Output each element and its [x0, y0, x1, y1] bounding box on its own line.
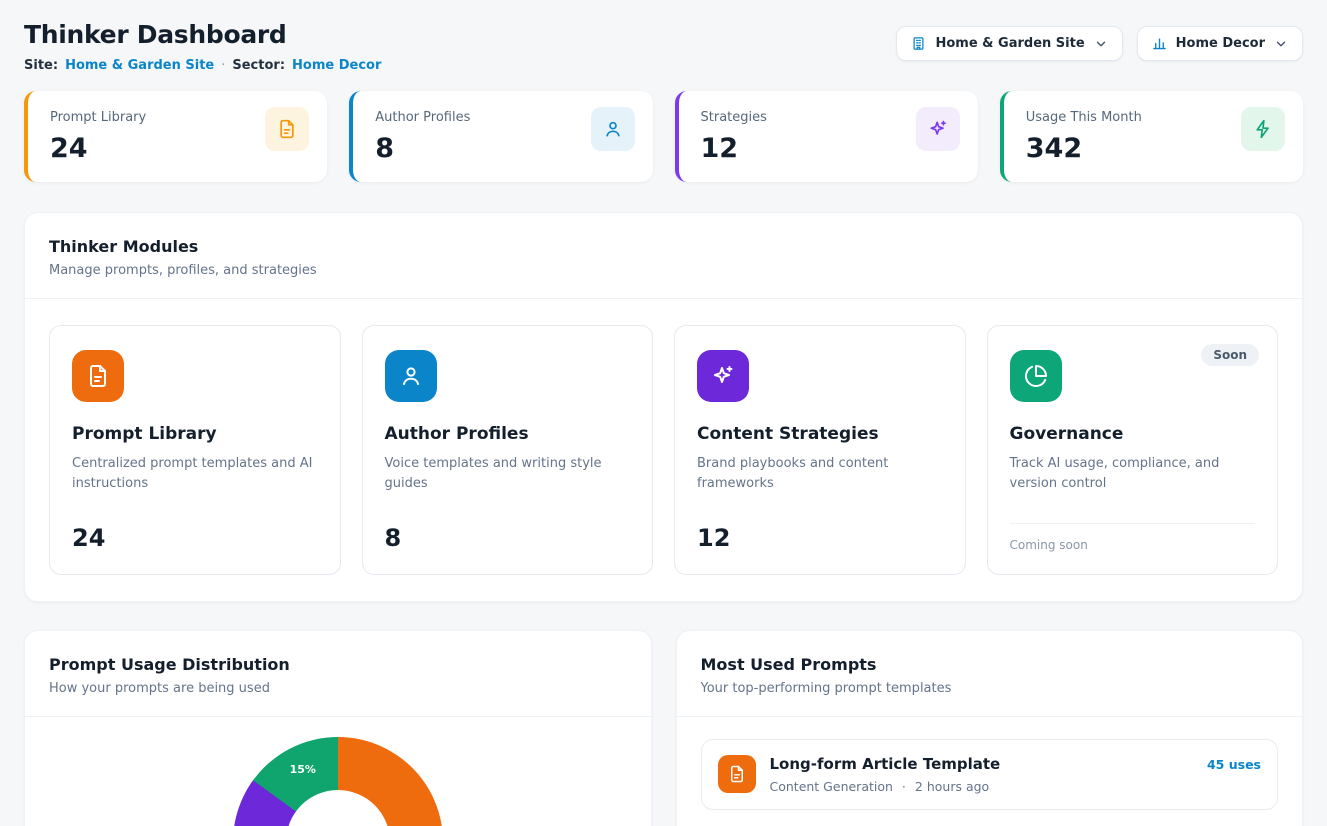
prompt-usage-card: Prompt Usage Distribution How your promp…: [24, 630, 652, 826]
coming-soon-text: Coming soon: [1010, 538, 1256, 552]
building-icon: [911, 36, 926, 51]
site-label: Site:: [24, 58, 58, 73]
chevron-down-icon: [1274, 37, 1288, 51]
module-card-content-strategies[interactable]: Content Strategies Brand playbooks and c…: [674, 325, 966, 575]
site-selector-label: Home & Garden Site: [935, 36, 1084, 51]
module-card-prompt-library[interactable]: Prompt Library Centralized prompt templa…: [49, 325, 341, 575]
header-left: Thinker Dashboard Site: Home & Garden Si…: [24, 20, 381, 73]
card-title: Most Used Prompts: [701, 655, 1279, 674]
prompt-uses-badge: 45 uses: [1207, 755, 1261, 772]
module-title: Governance: [1010, 424, 1256, 444]
bottom-row: Prompt Usage Distribution How your promp…: [24, 630, 1303, 826]
usage-donut: 15%: [233, 737, 443, 826]
donut-chart-area: 15%: [25, 717, 651, 826]
user-icon: [591, 107, 635, 151]
sector-link[interactable]: Home Decor: [292, 58, 381, 73]
sparkle-icon: [697, 350, 749, 402]
page-title: Thinker Dashboard: [24, 20, 381, 49]
prompt-list-item[interactable]: Long-form Article Template Content Gener…: [701, 739, 1279, 810]
module-description: Track AI usage, compliance, and version …: [1010, 454, 1256, 494]
user-icon: [385, 350, 437, 402]
soon-badge: Soon: [1201, 344, 1259, 366]
document-icon: [718, 755, 756, 793]
separator-dot: ·: [902, 779, 906, 794]
prompt-list: Long-form Article Template Content Gener…: [677, 717, 1303, 826]
prompt-meta: Content Generation · 2 hours ago: [770, 779, 1001, 794]
module-card-governance[interactable]: Soon Governance Track AI usage, complian…: [987, 325, 1279, 575]
module-description: Voice templates and writing style guides: [385, 454, 631, 494]
thinker-modules-panel: Thinker Modules Manage prompts, profiles…: [24, 212, 1303, 602]
module-description: Brand playbooks and content frameworks: [697, 454, 943, 494]
site-selector-dropdown[interactable]: Home & Garden Site: [896, 26, 1122, 61]
card-subtitle: How your prompts are being used: [49, 681, 627, 696]
separator-dot: ·: [221, 58, 225, 73]
modules-grid: Prompt Library Centralized prompt templa…: [25, 299, 1302, 601]
module-description: Centralized prompt templates and AI inst…: [72, 454, 318, 494]
stat-card-prompt-library: Prompt Library 24: [24, 91, 327, 182]
prompt-info: Long-form Article Template Content Gener…: [770, 755, 1001, 794]
pie-chart-icon: [1010, 350, 1062, 402]
module-title: Author Profiles: [385, 424, 631, 444]
donut-segment-label: 15%: [287, 763, 319, 776]
panel-subtitle: Manage prompts, profiles, and strategies: [49, 263, 1278, 278]
module-card-author-profiles[interactable]: Author Profiles Voice templates and writ…: [362, 325, 654, 575]
sector-label: Sector:: [232, 58, 285, 73]
site-link[interactable]: Home & Garden Site: [65, 58, 214, 73]
card-subtitle: Your top-performing prompt templates: [701, 681, 1279, 696]
sector-selector-dropdown[interactable]: Home Decor: [1137, 26, 1303, 61]
lightning-icon: [1241, 107, 1285, 151]
bar-chart-icon: [1152, 36, 1167, 51]
stat-card-strategies: Strategies 12: [675, 91, 978, 182]
document-icon: [265, 107, 309, 151]
stat-card-author-profiles: Author Profiles 8: [349, 91, 652, 182]
stat-card-usage: Usage This Month 342: [1000, 91, 1303, 182]
breadcrumb: Site: Home & Garden Site · Sector: Home …: [24, 58, 381, 73]
sparkle-icon: [916, 107, 960, 151]
module-count: 24: [72, 510, 318, 552]
prompt-time: 2 hours ago: [915, 779, 989, 794]
prompt-title: Long-form Article Template: [770, 755, 1001, 773]
module-title: Prompt Library: [72, 424, 318, 444]
divider: [1010, 523, 1256, 524]
sector-selector-label: Home Decor: [1176, 36, 1265, 51]
module-count: 12: [697, 510, 943, 552]
card-header: Prompt Usage Distribution How your promp…: [25, 631, 651, 716]
most-used-prompts-card: Most Used Prompts Your top-performing pr…: [676, 630, 1304, 826]
module-title: Content Strategies: [697, 424, 943, 444]
card-title: Prompt Usage Distribution: [49, 655, 627, 674]
dashboard-page: Thinker Dashboard Site: Home & Garden Si…: [0, 0, 1327, 826]
panel-header: Thinker Modules Manage prompts, profiles…: [25, 213, 1302, 298]
header-actions: Home & Garden Site Home Decor: [896, 20, 1303, 61]
document-icon: [72, 350, 124, 402]
page-header: Thinker Dashboard Site: Home & Garden Si…: [24, 20, 1303, 73]
stats-row: Prompt Library 24 Author Profiles 8 Stra…: [24, 91, 1303, 182]
panel-title: Thinker Modules: [49, 237, 1278, 256]
module-count: 8: [385, 510, 631, 552]
card-header: Most Used Prompts Your top-performing pr…: [677, 631, 1303, 716]
prompt-category: Content Generation: [770, 779, 893, 794]
chevron-down-icon: [1094, 37, 1108, 51]
